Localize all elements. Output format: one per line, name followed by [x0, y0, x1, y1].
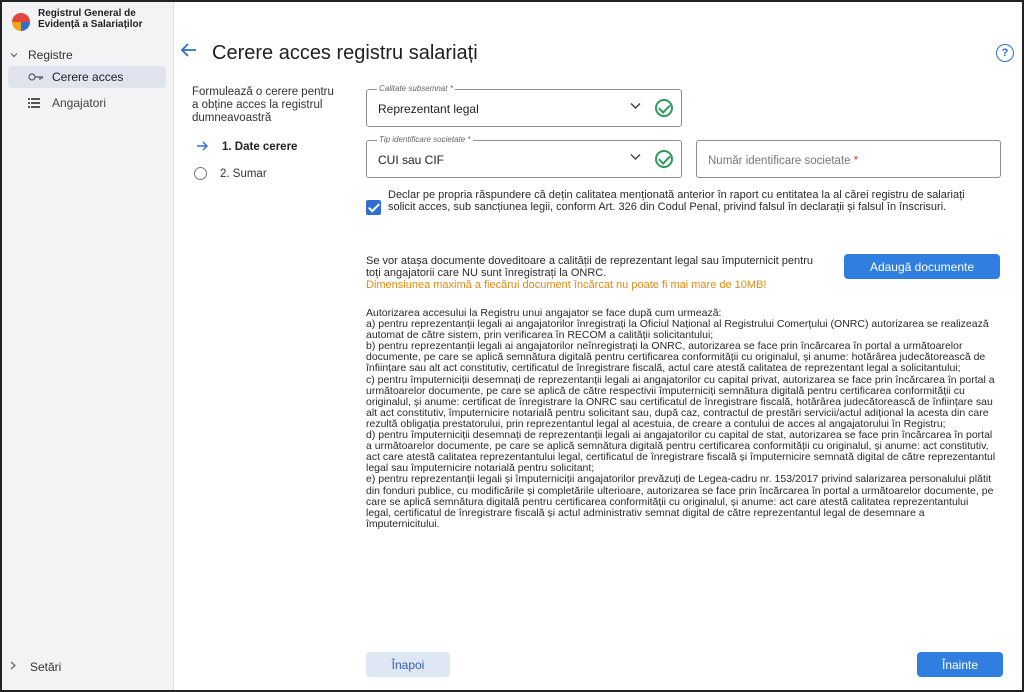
attachments-text: Se vor atașa documente doveditoare a cal…: [366, 255, 813, 279]
logo-icon: [10, 10, 32, 32]
next-button[interactable]: Înainte: [917, 652, 1003, 677]
add-documents-button[interactable]: Adaugă documente: [844, 254, 1000, 279]
attachments-info: Se vor atașa documente doveditoare a cal…: [366, 255, 826, 291]
app-name: Registrul General de Evidență a Salariaț…: [38, 8, 143, 30]
tip-identificare-select[interactable]: Tip identificare societate * CUI sau CIF: [366, 135, 682, 178]
field-value: CUI sau CIF: [378, 153, 445, 167]
arrow-right-icon: [196, 139, 208, 154]
valid-check-icon: [655, 150, 673, 168]
key-icon: [28, 72, 46, 82]
field-label: Tip identificare societate *: [377, 135, 473, 144]
valid-check-icon: [655, 99, 673, 117]
chevron-right-icon: [10, 661, 16, 673]
step-label: 2. Sumar: [220, 167, 267, 180]
declaration-checkbox[interactable]: [366, 200, 381, 215]
chevron-down-icon: [630, 101, 641, 113]
declaration-text: Declar pe propria răspundere că dețin ca…: [388, 189, 965, 213]
declaration: Declar pe propria răspundere că dețin ca…: [366, 189, 991, 215]
app-logo[interactable]: Registrul General de Evidență a Salariaț…: [10, 8, 148, 32]
chevron-down-icon: [630, 152, 641, 164]
field-value: Reprezentant legal: [378, 102, 479, 116]
settings-label: Setări: [30, 660, 62, 674]
sidebar-item-label: Angajatori: [52, 96, 107, 110]
sidebar: Registrul General de Evidență a Salariaț…: [2, 2, 174, 690]
field-label: Calitate subsemnat *: [377, 84, 455, 93]
calitate-select[interactable]: Calitate subsemnat * Reprezentant legal: [366, 84, 682, 127]
nav-group-label: Registre: [28, 48, 73, 62]
sidebar-item-cerere-acces[interactable]: Cerere acces: [8, 66, 166, 88]
sidebar-item-settings[interactable]: Setări: [10, 660, 61, 674]
attachments-warning: Dimensiunea maximă a fiecărui document î…: [366, 279, 767, 291]
step-sumar[interactable]: 2. Sumar: [194, 167, 267, 180]
nav-group-registre[interactable]: Registre: [10, 48, 73, 62]
sidebar-item-angajatori[interactable]: Angajatori: [8, 92, 166, 114]
back-button[interactable]: Înapoi: [366, 652, 450, 677]
page-title: Cerere acces registru salariați: [212, 42, 478, 64]
step-radio-icon: [194, 167, 207, 180]
chevron-down-icon: [10, 51, 18, 59]
numar-identificare-input[interactable]: Număr identificare societate *: [696, 140, 1001, 178]
field-placeholder: Număr identificare societate *: [708, 155, 859, 167]
list-icon: [28, 98, 46, 108]
back-arrow-icon[interactable]: [180, 42, 198, 63]
sidebar-item-label: Cerere acces: [52, 70, 124, 84]
step-label: 1. Date cerere: [222, 140, 298, 153]
legal-text: Autorizarea accesului la Registru unui a…: [366, 307, 996, 530]
steps-intro: Formulează o cerere pentru a obține acce…: [192, 86, 334, 124]
step-date-cerere[interactable]: 1. Date cerere: [196, 139, 297, 154]
help-icon[interactable]: ?: [996, 44, 1014, 62]
